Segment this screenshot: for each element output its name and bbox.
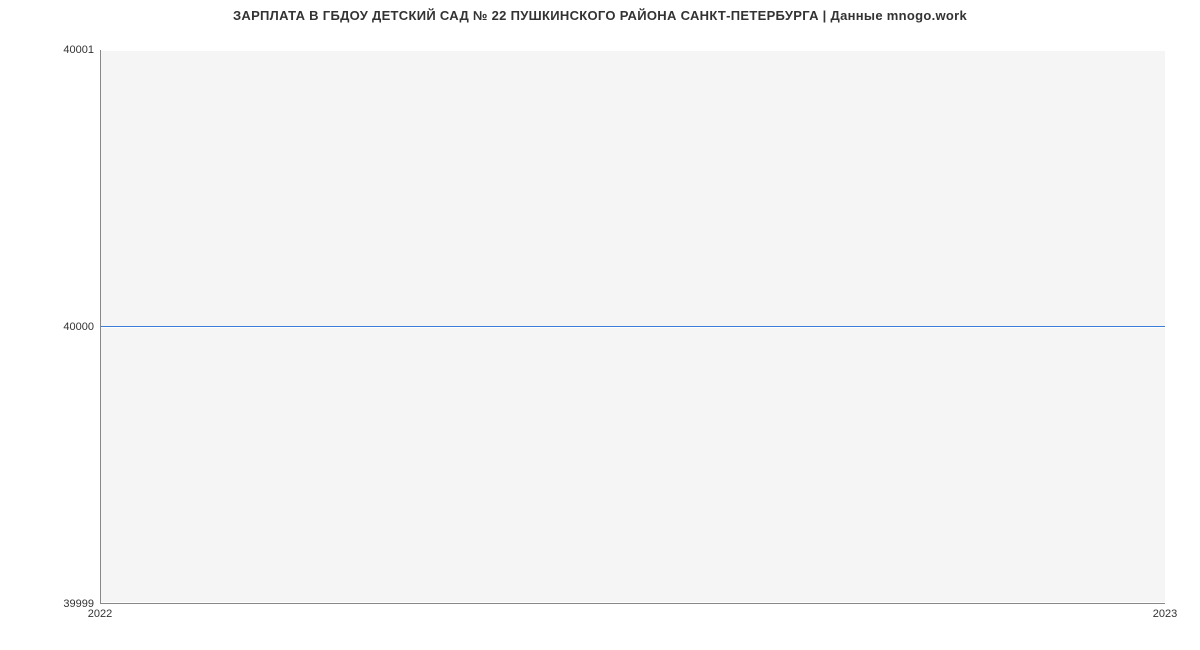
data-line xyxy=(101,326,1165,328)
plot-area xyxy=(100,50,1165,604)
gridline-top xyxy=(101,50,1165,51)
y-tick-label: 40000 xyxy=(63,321,94,333)
x-tick-label: 2023 xyxy=(1153,608,1177,620)
chart-title: ЗАРПЛАТА В ГБДОУ ДЕТСКИЙ САД № 22 ПУШКИН… xyxy=(0,8,1200,23)
x-tick-label: 2022 xyxy=(88,608,112,620)
y-tick-label: 40001 xyxy=(63,44,94,56)
gridline-bottom xyxy=(101,602,1165,603)
